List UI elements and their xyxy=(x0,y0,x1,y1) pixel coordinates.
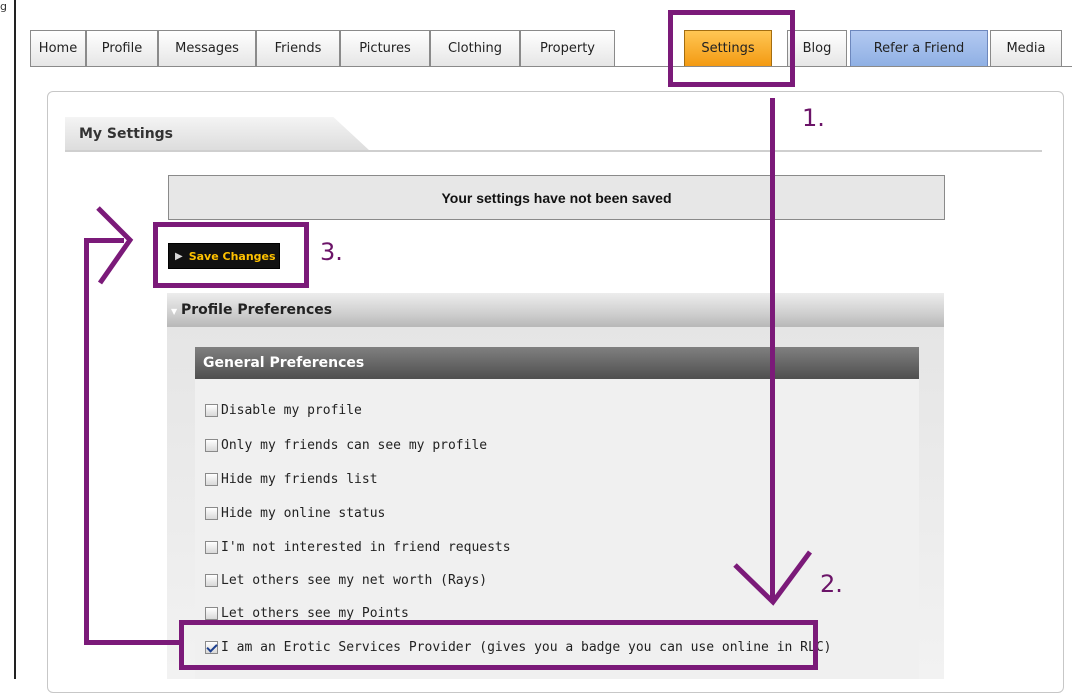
annotation-highlight-erotic-option xyxy=(179,620,818,670)
checkbox[interactable] xyxy=(205,506,218,520)
option-label: Let others see my net worth (Rays) xyxy=(221,572,488,588)
annotation-arrow-line-top xyxy=(84,238,124,243)
collapse-triangle-icon: ▼ xyxy=(171,307,178,316)
section-divider xyxy=(65,150,1042,152)
tab-label: Clothing xyxy=(447,41,503,56)
option-label: I'm not interested in friend requests xyxy=(221,539,511,555)
profile-preferences-title: Profile Preferences xyxy=(181,302,333,318)
option-no-friend-requests[interactable]: I'm not interested in friend requests xyxy=(205,537,511,557)
annotation-arrow-line-vertical xyxy=(770,98,775,602)
option-disable-profile[interactable]: Disable my profile xyxy=(205,400,362,420)
tab-label: Property xyxy=(539,41,595,56)
checkbox[interactable] xyxy=(205,573,218,587)
tab-label: Media xyxy=(1006,41,1046,56)
annotation-arrow-line-bottom xyxy=(84,640,180,645)
checkbox[interactable] xyxy=(205,540,218,554)
checkbox[interactable] xyxy=(205,606,218,620)
annotation-step-3: 3. xyxy=(320,238,343,266)
profile-preferences-header[interactable]: ▼ Profile Preferences xyxy=(167,293,944,327)
tab-home[interactable]: Home xyxy=(30,30,86,66)
tab-label: Friends xyxy=(274,41,322,56)
option-show-net-worth[interactable]: Let others see my net worth (Rays) xyxy=(205,570,487,590)
tab-friends[interactable]: Friends xyxy=(256,30,340,66)
checkbox[interactable] xyxy=(205,472,218,486)
option-label: Let others see my Points xyxy=(221,605,409,621)
tab-clothing[interactable]: Clothing xyxy=(430,30,520,66)
save-status-message: Your settings have not been saved xyxy=(168,175,945,220)
general-preferences-header: General Preferences xyxy=(195,347,919,379)
option-friends-only-profile[interactable]: Only my friends can see my profile xyxy=(205,435,487,455)
tab-label: Pictures xyxy=(359,41,411,56)
tab-profile[interactable]: Profile xyxy=(86,30,158,66)
option-hide-friends-list[interactable]: Hide my friends list xyxy=(205,469,378,489)
annotation-highlight-settings-tab xyxy=(668,10,795,87)
annotation-arrow-line-left xyxy=(84,238,89,644)
tab-label: Messages xyxy=(175,41,239,56)
option-label: Only my friends can see my profile xyxy=(221,437,488,453)
tab-pictures[interactable]: Pictures xyxy=(340,30,430,66)
annotation-highlight-save-button xyxy=(153,222,309,288)
tab-bar-baseline xyxy=(30,66,1072,67)
option-hide-online-status[interactable]: Hide my online status xyxy=(205,503,385,523)
tab-media[interactable]: Media xyxy=(990,30,1062,66)
tab-label: Profile xyxy=(101,41,143,56)
tab-property[interactable]: Property xyxy=(520,30,615,66)
tab-label: Home xyxy=(38,41,78,56)
my-settings-tab[interactable]: My Settings xyxy=(65,117,370,151)
tab-refer-a-friend[interactable]: Refer a Friend xyxy=(850,30,988,66)
tab-messages[interactable]: Messages xyxy=(158,30,256,66)
tab-blog[interactable]: Blog xyxy=(787,30,847,66)
clipped-header-text: g xyxy=(0,0,7,12)
option-label: Hide my friends list xyxy=(221,471,378,487)
option-label: Hide my online status xyxy=(221,505,386,521)
tab-label: Refer a Friend xyxy=(873,41,965,56)
annotation-step-1: 1. xyxy=(802,104,825,132)
left-border-line xyxy=(14,0,16,679)
annotation-step-2: 2. xyxy=(820,570,843,598)
checkbox[interactable] xyxy=(205,438,218,452)
tab-label: Blog xyxy=(802,41,832,56)
checkbox[interactable] xyxy=(205,403,218,417)
option-label: Disable my profile xyxy=(221,402,362,418)
